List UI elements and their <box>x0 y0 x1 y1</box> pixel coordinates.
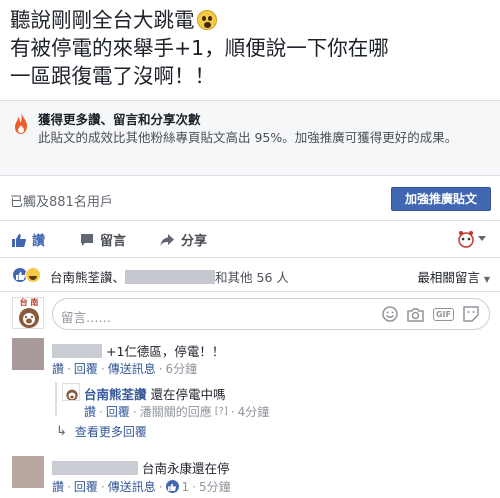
reply-arrow-icon: ↳ <box>56 424 67 439</box>
thumbs-up-icon <box>12 233 26 247</box>
haha-reaction-icon <box>25 267 41 283</box>
post-action-bar: 讚 留言 分享 <box>0 220 500 258</box>
comment-2-reply[interactable]: 回覆 <box>74 478 98 495</box>
post-line-3: 一區跟復電了沒啊！！ <box>10 64 215 88</box>
share-button[interactable]: 分享 <box>160 230 207 249</box>
comment-icon <box>81 233 93 246</box>
gif-icon[interactable]: GIF <box>432 307 454 321</box>
post-line-2: 有被停電的來舉手+1，順便說一下你在哪 <box>10 36 389 60</box>
reply-1-time[interactable]: 4分鐘 <box>238 403 270 420</box>
bear-paw-logo-icon <box>19 308 39 328</box>
comment-2-time[interactable]: 5分鐘 <box>199 478 231 495</box>
commenter-avatar-redacted[interactable] <box>12 338 44 370</box>
reply-1-meta: 讚 · 回覆 · 潘關關的回應 [?] · 4分鐘 <box>84 403 270 420</box>
composer-tools: GIF <box>382 306 479 322</box>
reaction-icons[interactable] <box>12 267 41 283</box>
comment-2: 台南永康還在停 <box>52 458 230 477</box>
redacted-commenter-name[interactable] <box>52 460 138 475</box>
reach-count[interactable]: 已觸及881名用戶 <box>10 191 113 210</box>
reactors-text[interactable]: 台南熊荃讚、 和其他 56 人 <box>50 267 289 286</box>
redacted-name <box>125 269 216 284</box>
redacted-commenter-name[interactable] <box>52 343 102 358</box>
caret-down-icon: ▼ <box>483 275 490 284</box>
bear-paw-logo-icon <box>66 389 78 400</box>
comment-2-send-message[interactable]: 傳送訊息 <box>108 478 156 495</box>
comment-sort-dropdown[interactable]: 最相關留言 ▼ <box>417 267 490 286</box>
comment-2-meta: 讚 · 回覆 · 傳送訊息 · 1 · 5分鐘 <box>52 478 231 495</box>
comment-button[interactable]: 留言 <box>80 230 126 249</box>
post-line-1: 聽說剛剛全台大跳電 <box>10 6 490 34</box>
share-arrow-icon <box>160 233 174 246</box>
flame-icon <box>15 112 27 134</box>
reply-thread-line <box>55 382 57 416</box>
reply-1: 台南熊荃讚 還在停電中嗎 <box>84 384 226 403</box>
view-more-replies[interactable]: ↳ 查看更多回覆 <box>56 423 147 440</box>
comment-input[interactable]: 留言…… GIF <box>52 298 490 330</box>
commenter-avatar-redacted[interactable] <box>12 456 44 488</box>
reply-page-avatar[interactable] <box>62 383 80 401</box>
comment-2-like-count[interactable]: 1 <box>182 480 190 494</box>
comment-placeholder: 留言…… <box>61 310 112 325</box>
insight-body: 此貼文的成效比其他粉絲專頁貼文高出 95%。加強推廣可獲得更好的成果。 <box>38 130 458 145</box>
boost-insight-panel: 獲得更多讚、留言和分享次數 此貼文的成效比其他粉絲專頁貼文高出 95%。加強推廣… <box>0 100 500 176</box>
comment-1: +1仁德區，停電！！ <box>52 341 224 360</box>
comment-1-send-message[interactable]: 傳送訊息 <box>108 360 156 377</box>
page-avatar-icon <box>458 231 474 248</box>
comment-2-text: 台南永康還在停 <box>142 461 230 476</box>
reply-1-like[interactable]: 讚 <box>84 403 96 420</box>
share-label: 分享 <box>181 234 208 249</box>
post-text: 聽說剛剛全台大跳電 有被停電的來舉手+1，順便說一下你在哪 一區跟復電了沒啊！！ <box>10 6 490 90</box>
page-avatar[interactable]: 台 南 <box>12 297 44 329</box>
comment-1-like[interactable]: 讚 <box>52 360 64 377</box>
shocked-emoji-icon <box>196 10 217 30</box>
boost-post-button[interactable]: 加強推廣貼文 <box>391 187 491 211</box>
reply-1-marker: [?] <box>214 406 228 417</box>
like-count-icon <box>165 480 179 493</box>
view-more-replies-label: 查看更多回覆 <box>74 425 147 439</box>
insight-title: 獲得更多讚、留言和分享次數 <box>38 112 201 127</box>
emoji-icon[interactable] <box>382 306 398 322</box>
comment-1-text: +1仁德區，停電！！ <box>106 344 225 359</box>
like-button[interactable]: 讚 <box>12 230 45 249</box>
reply-1-text: 還在停電中嗎 <box>150 387 226 402</box>
reactions-summary: 台南熊荃讚、 和其他 56 人 最相關留言 ▼ <box>0 258 500 292</box>
caret-down-icon <box>478 236 486 241</box>
reply-1-reply[interactable]: 回覆 <box>106 403 130 420</box>
post-as-selector[interactable] <box>457 230 486 248</box>
comment-1-time[interactable]: 6分鐘 <box>166 360 198 377</box>
comment-1-reply[interactable]: 回覆 <box>74 360 98 377</box>
sticker-icon[interactable] <box>463 306 479 322</box>
like-label: 讚 <box>32 234 46 249</box>
others-count[interactable]: 和其他 56 人 <box>215 267 289 286</box>
comment-1-meta: 讚 · 回覆 · 傳送訊息 · 6分鐘 <box>52 360 198 377</box>
camera-icon[interactable] <box>407 307 424 322</box>
first-reactor[interactable]: 台南熊荃讚、 <box>50 267 125 286</box>
comment-2-like[interactable]: 讚 <box>52 478 64 495</box>
reply-1-responder[interactable]: 潘關關的回應 <box>140 403 212 420</box>
comment-label: 留言 <box>100 234 127 249</box>
reply-1-author[interactable]: 台南熊荃讚 <box>84 384 147 403</box>
